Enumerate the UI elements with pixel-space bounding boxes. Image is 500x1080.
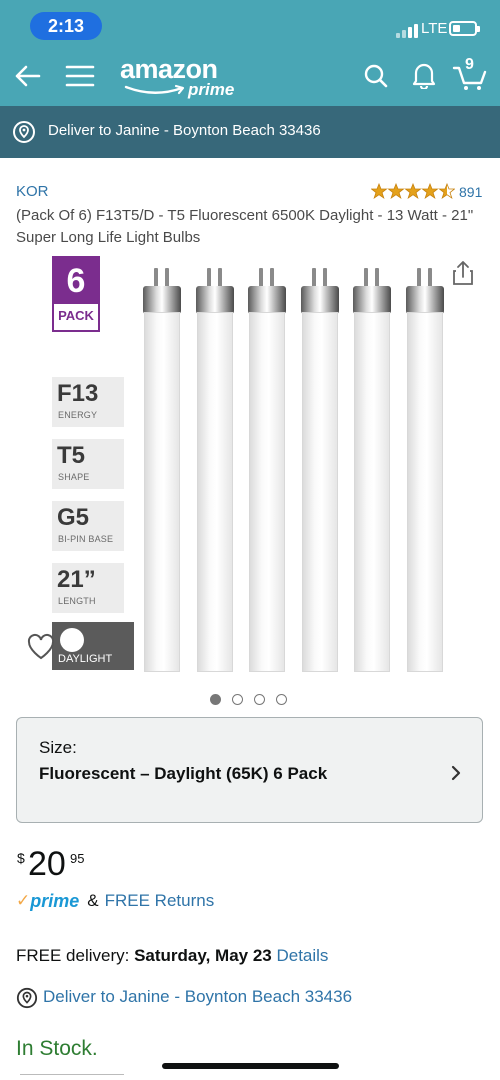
daylight-label: DAYLIGHT [58,653,113,665]
prime-check-icon: ✓ [16,891,31,910]
menu-icon[interactable] [64,63,96,89]
amp-text: & [87,891,99,910]
delivery-prefix: FREE delivery: [16,946,135,965]
bulb-image [300,268,339,672]
stock-status: In Stock. [16,1037,98,1060]
carousel-dots[interactable] [210,694,287,706]
price-fraction: 95 [70,851,85,866]
star-icon [404,183,422,199]
daylight-dot [60,628,84,652]
deliver-to-text: Deliver to Janine - Boynton Beach 33436 [43,987,353,1006]
carousel-dot[interactable] [254,694,265,705]
prime-logo: prime [188,80,235,99]
bulb-image [248,268,286,672]
back-arrow-icon[interactable] [12,62,42,90]
search-icon[interactable] [362,62,390,90]
rating-stars[interactable] [371,183,455,199]
price-currency: $ [17,850,25,866]
spec-label: BI-PIN BASE [58,534,114,544]
spec-value: G5 [57,504,90,531]
price-whole: 20 [28,845,66,883]
pack-number: 6 [54,258,98,304]
logo-smile-icon [124,84,185,95]
delivery-details-link[interactable]: Details [276,946,328,965]
location-pin-icon [16,987,38,1009]
app-header: 2:13 LTE amazon prime 9 [0,0,500,106]
share-icon[interactable] [452,260,474,291]
spec-value: 21” [57,566,96,593]
bell-icon[interactable] [410,60,438,90]
carousel-dot[interactable] [210,694,221,705]
spec-base: G5 BI-PIN BASE [52,501,124,551]
deliver-bar-text: Deliver to Janine - Boynton Beach 33436 [48,122,321,139]
carousel-dot[interactable] [276,694,287,705]
delivery-info: FREE delivery: Saturday, May 23 Details [16,946,328,966]
spec-label: LENGTH [58,596,96,606]
network-label: LTE [421,20,448,37]
cart-count: 9 [465,56,474,73]
location-pin-icon [13,121,35,143]
spec-energy: F13 ENERGY [52,377,124,427]
spec-value: T5 [57,442,86,469]
deliver-bar[interactable]: Deliver to Janine - Boynton Beach 33436 [0,106,500,158]
product-title: (Pack Of 6) F13T5/D - T5 Fluorescent 650… [16,207,474,246]
signal-icon [396,24,418,38]
prime-line: ✓ prime & FREE Returns [16,889,214,913]
star-icon [371,183,388,199]
star-icon [438,183,455,199]
battery-icon [449,21,480,36]
bulb-image [195,268,234,672]
size-value: Fluorescent – Daylight (65K) 6 Pack [39,764,328,783]
wishlist-heart-icon[interactable] [26,633,56,666]
chevron-right-icon [451,765,461,781]
star-icon [421,183,439,199]
spec-shape: T5 SHAPE [52,439,124,489]
home-indicator[interactable] [162,1063,339,1069]
rating-count[interactable]: 891 [459,184,482,200]
carousel-dot[interactable] [232,694,243,705]
bulb-image [353,268,391,672]
delivery-date: Saturday, May 23 [134,946,272,965]
spec-value: F13 [57,380,99,407]
spec-daylight: DAYLIGHT [52,622,134,670]
brand-link[interactable]: KOR [16,183,49,200]
pack-label: PACK [58,308,94,323]
size-label: Size: [39,738,77,757]
prime-badge: prime [30,890,80,911]
free-returns-link[interactable]: FREE Returns [105,891,215,911]
spec-label: SHAPE [58,472,90,482]
bulb-image [143,268,181,672]
size-selector[interactable]: Size: Fluorescent – Daylight (65K) 6 Pac… [16,717,483,823]
pack-badge: 6 PACK [52,256,100,332]
spec-length: 21” LENGTH [52,563,124,613]
star-icon [387,183,405,199]
status-time: 2:13 [30,12,102,40]
bulb-image [405,268,444,672]
spec-label: ENERGY [58,410,98,420]
divider [20,1074,124,1080]
